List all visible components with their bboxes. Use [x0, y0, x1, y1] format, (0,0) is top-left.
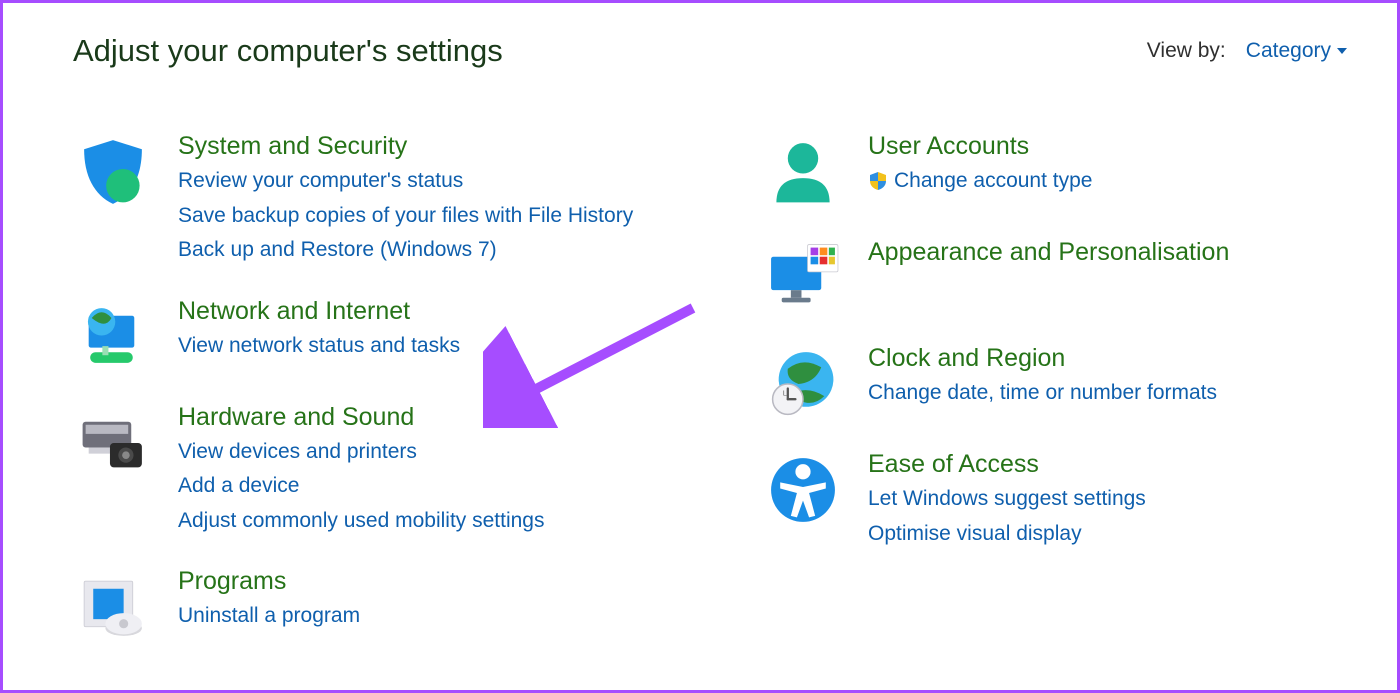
svg-text:L: L [783, 388, 787, 397]
category-link[interactable]: Change account type [868, 165, 1323, 198]
category-ease-of-access: Ease of Access Let Windows suggest setti… [763, 447, 1323, 552]
category-clock-region: L Clock and Region Change date, time or … [763, 341, 1323, 422]
category-link[interactable]: Uninstall a program [178, 600, 713, 633]
network-icon [73, 294, 153, 375]
category-link[interactable]: View devices and printers [178, 436, 713, 469]
accessibility-icon [763, 447, 843, 552]
control-panel-window: Adjust your computer's settings View by:… [0, 0, 1400, 693]
printer-camera-icon [73, 400, 153, 540]
category-link[interactable]: Review your computer's status [178, 165, 713, 198]
view-by-value: Category [1246, 39, 1331, 63]
category-link[interactable]: View network status and tasks [178, 330, 713, 363]
category-link[interactable]: Add a device [178, 470, 713, 503]
category-appearance: Appearance and Personalisation [763, 235, 1323, 316]
category-link[interactable]: Back up and Restore (Windows 7) [178, 234, 713, 267]
header: Adjust your computer's settings View by:… [73, 33, 1347, 69]
category-network-internet: Network and Internet View network status… [73, 294, 713, 375]
category-title[interactable]: Network and Internet [178, 296, 713, 326]
user-icon [763, 129, 843, 210]
globe-clock-icon: L [763, 341, 843, 422]
category-title[interactable]: Hardware and Sound [178, 402, 713, 432]
view-by: View by: Category [1147, 39, 1347, 63]
category-title[interactable]: Programs [178, 566, 713, 596]
category-title[interactable]: Appearance and Personalisation [868, 237, 1323, 267]
programs-icon [73, 564, 153, 645]
category-title[interactable]: Clock and Region [868, 343, 1323, 373]
category-link[interactable]: Adjust commonly used mobility settings [178, 505, 713, 538]
view-by-label: View by: [1147, 39, 1226, 63]
category-link[interactable]: Change date, time or number formats [868, 377, 1323, 410]
category-link[interactable]: Optimise visual display [868, 518, 1323, 551]
page-title: Adjust your computer's settings [73, 33, 503, 69]
category-hardware-sound: Hardware and Sound View devices and prin… [73, 400, 713, 540]
category-title[interactable]: User Accounts [868, 131, 1323, 161]
shield-icon [73, 129, 153, 269]
category-title[interactable]: Ease of Access [868, 449, 1323, 479]
categories-grid: System and Security Review your computer… [73, 129, 1347, 670]
column-left: System and Security Review your computer… [73, 129, 713, 670]
category-link[interactable]: Save backup copies of your files with Fi… [178, 200, 713, 233]
category-link[interactable]: Let Windows suggest settings [868, 483, 1323, 516]
chevron-down-icon [1337, 48, 1347, 54]
uac-shield-icon [868, 171, 888, 191]
appearance-icon [763, 235, 843, 316]
column-right: User Accounts Change account type [763, 129, 1323, 670]
view-by-dropdown[interactable]: Category [1246, 39, 1347, 63]
category-system-security: System and Security Review your computer… [73, 129, 713, 269]
category-programs: Programs Uninstall a program [73, 564, 713, 645]
category-title[interactable]: System and Security [178, 131, 713, 161]
category-user-accounts: User Accounts Change account type [763, 129, 1323, 210]
